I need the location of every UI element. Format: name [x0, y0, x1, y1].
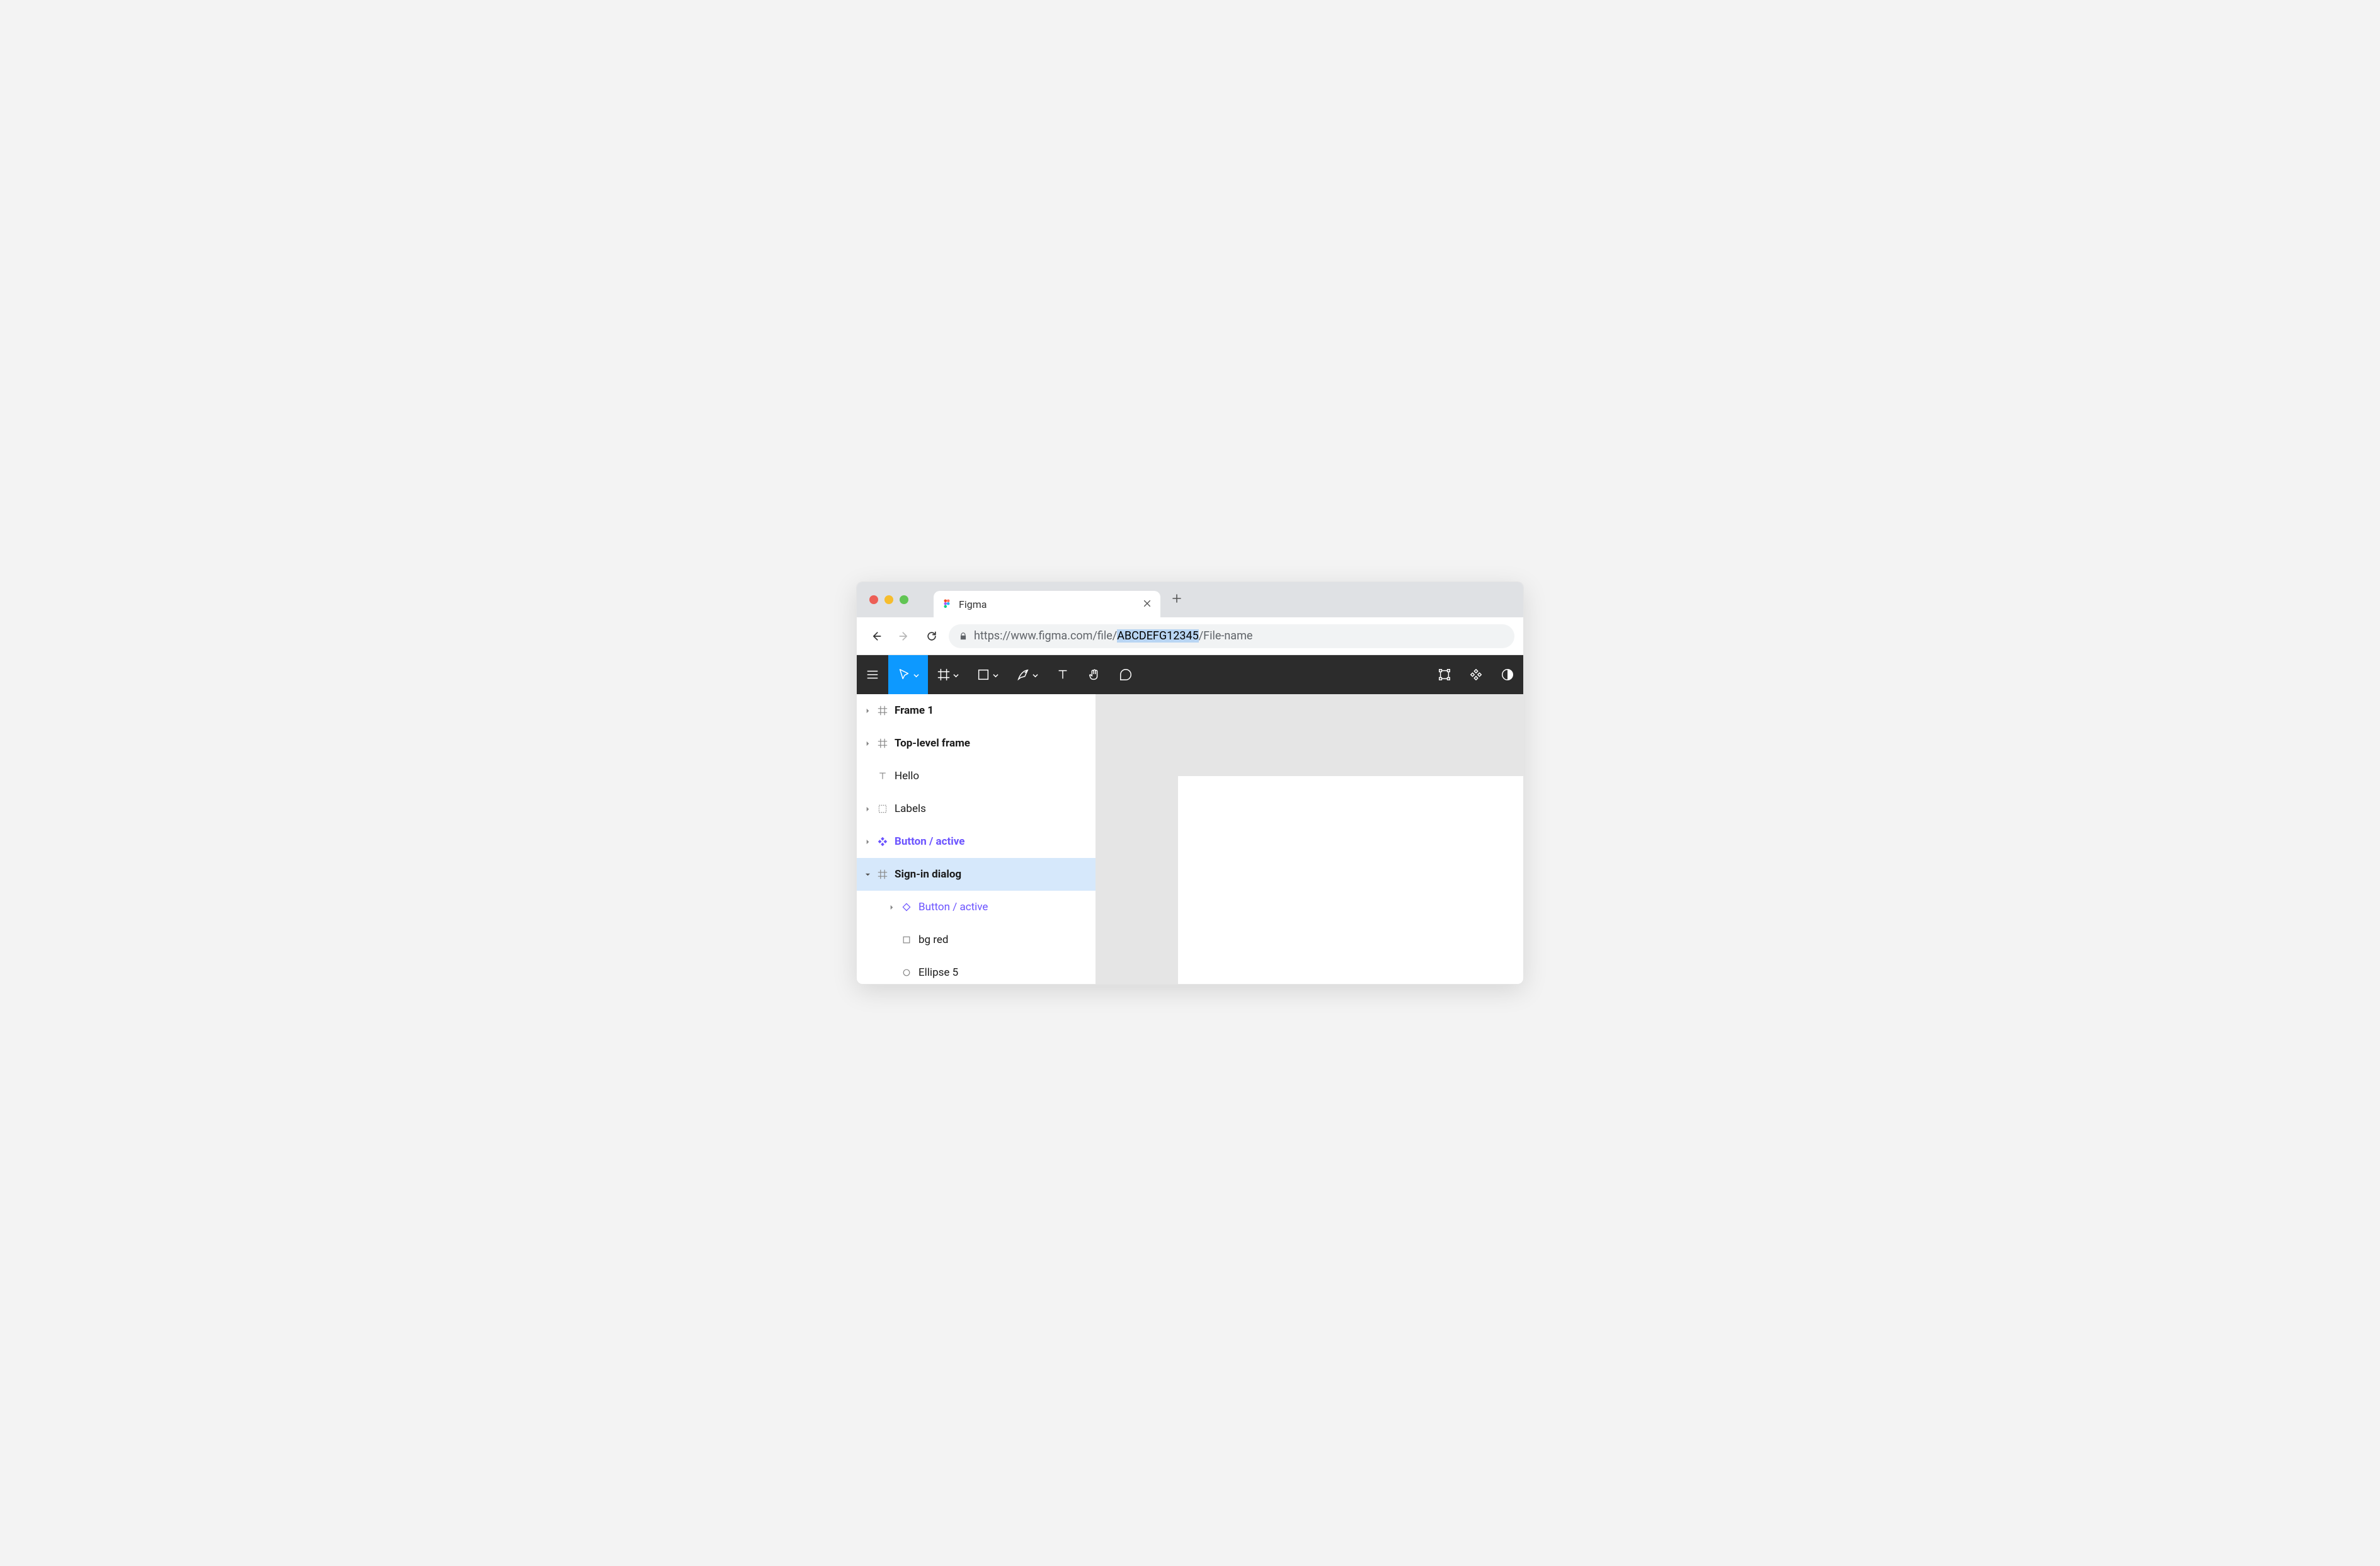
layer-name: bg red	[918, 934, 949, 946]
chevron-down-icon	[953, 669, 959, 681]
chevron-down-icon	[913, 669, 919, 681]
layer-name: Button / active	[918, 901, 988, 913]
hamburger-icon	[866, 668, 879, 682]
browser-tab[interactable]: Figma	[934, 591, 1160, 617]
nav-forward-button[interactable]	[893, 626, 915, 647]
frame-tool-button[interactable]	[928, 655, 968, 694]
disclosure-triangle-icon[interactable]	[863, 706, 872, 715]
text-icon	[877, 770, 888, 782]
browser-omnibar: https://www.figma.com/file/ABCDEFG12345/…	[857, 617, 1523, 655]
frame-icon	[937, 668, 951, 682]
browser-tab-title: Figma	[959, 598, 1143, 610]
disclosure-triangle-icon[interactable]	[863, 837, 872, 846]
url-text: https://www.figma.com/file/ABCDEFG12345/…	[974, 629, 1252, 643]
pen-icon	[1016, 668, 1030, 682]
instance-icon	[901, 901, 912, 913]
shape-tool-button[interactable]	[968, 655, 1007, 694]
frame-icon	[877, 705, 888, 716]
disclosure-triangle-icon[interactable]	[863, 870, 872, 879]
browser-window: Figma https://www.figma.com/file/ABCDEFG…	[856, 581, 1524, 985]
mask-icon	[1501, 668, 1514, 682]
tab-close-button[interactable]	[1143, 598, 1152, 610]
url-suffix: /File-name	[1199, 629, 1253, 643]
layer-name: Frame 1	[895, 704, 934, 717]
ellipse-icon	[901, 967, 912, 978]
component-icon	[877, 836, 888, 847]
figma-workspace: Frame 1 Top-level frame Hello Labels Button …	[857, 694, 1523, 984]
figma-toolbar	[857, 655, 1523, 694]
nav-back-button[interactable]	[866, 626, 887, 647]
layers-panel[interactable]: Frame 1 Top-level frame Hello Labels Button …	[857, 694, 1096, 984]
nav-reload-button[interactable]	[921, 626, 942, 647]
chevron-down-icon	[993, 669, 998, 681]
new-tab-button[interactable]	[1172, 593, 1182, 607]
disclosure-triangle-icon[interactable]	[863, 804, 872, 813]
disclosure-triangle-icon[interactable]	[887, 903, 896, 912]
layer-row[interactable]: bg red	[857, 923, 1096, 956]
layer-name: Hello	[895, 770, 919, 782]
comment-icon	[1119, 668, 1133, 682]
layer-row[interactable]: Sign-in dialog	[857, 858, 1096, 891]
text-tool-button[interactable]	[1047, 655, 1078, 694]
layer-row[interactable]: Button / active	[857, 825, 1096, 858]
cursor-icon	[897, 668, 911, 682]
url-prefix: https://www.figma.com/file/	[974, 629, 1117, 643]
main-menu-button[interactable]	[857, 655, 888, 694]
window-controls	[869, 595, 908, 604]
move-tool-button[interactable]	[888, 655, 928, 694]
artboard[interactable]	[1178, 776, 1523, 984]
layer-row[interactable]: Frame 1	[857, 694, 1096, 727]
frame-icon	[877, 738, 888, 749]
hand-icon	[1087, 668, 1101, 682]
edit-object-button[interactable]	[1429, 655, 1460, 694]
window-minimize-button[interactable]	[884, 595, 893, 604]
browser-tab-strip: Figma	[857, 582, 1523, 617]
address-bar[interactable]: https://www.figma.com/file/ABCDEFG12345/…	[949, 624, 1514, 648]
layer-row[interactable]: Ellipse 5	[857, 956, 1096, 984]
window-close-button[interactable]	[869, 595, 878, 604]
comment-tool-button[interactable]	[1110, 655, 1141, 694]
text-icon	[1056, 668, 1070, 682]
url-file-id-selected: ABCDEFG12345	[1117, 629, 1199, 643]
layer-row[interactable]: Hello	[857, 760, 1096, 792]
mask-button[interactable]	[1492, 655, 1523, 694]
layer-name: Ellipse 5	[918, 966, 958, 979]
layer-row[interactable]: Top-level frame	[857, 727, 1096, 760]
layer-name: Button / active	[895, 835, 964, 848]
component-icon	[1469, 668, 1483, 682]
chevron-down-icon	[1033, 669, 1038, 681]
pen-tool-button[interactable]	[1007, 655, 1047, 694]
disclosure-triangle-icon[interactable]	[863, 739, 872, 748]
vector-edit-icon	[1438, 668, 1451, 682]
figma-favicon-icon	[941, 598, 953, 610]
layer-row[interactable]: Button / active	[857, 891, 1096, 923]
rectangle-icon	[901, 934, 912, 946]
window-zoom-button[interactable]	[900, 595, 908, 604]
rectangle-icon	[976, 668, 990, 682]
hand-tool-button[interactable]	[1078, 655, 1110, 694]
layer-row[interactable]: Labels	[857, 792, 1096, 825]
frame-icon	[877, 869, 888, 880]
layer-name: Labels	[895, 803, 926, 815]
section-icon	[877, 803, 888, 814]
layer-name: Sign-in dialog	[895, 868, 961, 881]
lock-icon	[959, 632, 968, 641]
create-component-button[interactable]	[1460, 655, 1492, 694]
canvas[interactable]	[1096, 694, 1523, 984]
layer-name: Top-level frame	[895, 737, 970, 750]
